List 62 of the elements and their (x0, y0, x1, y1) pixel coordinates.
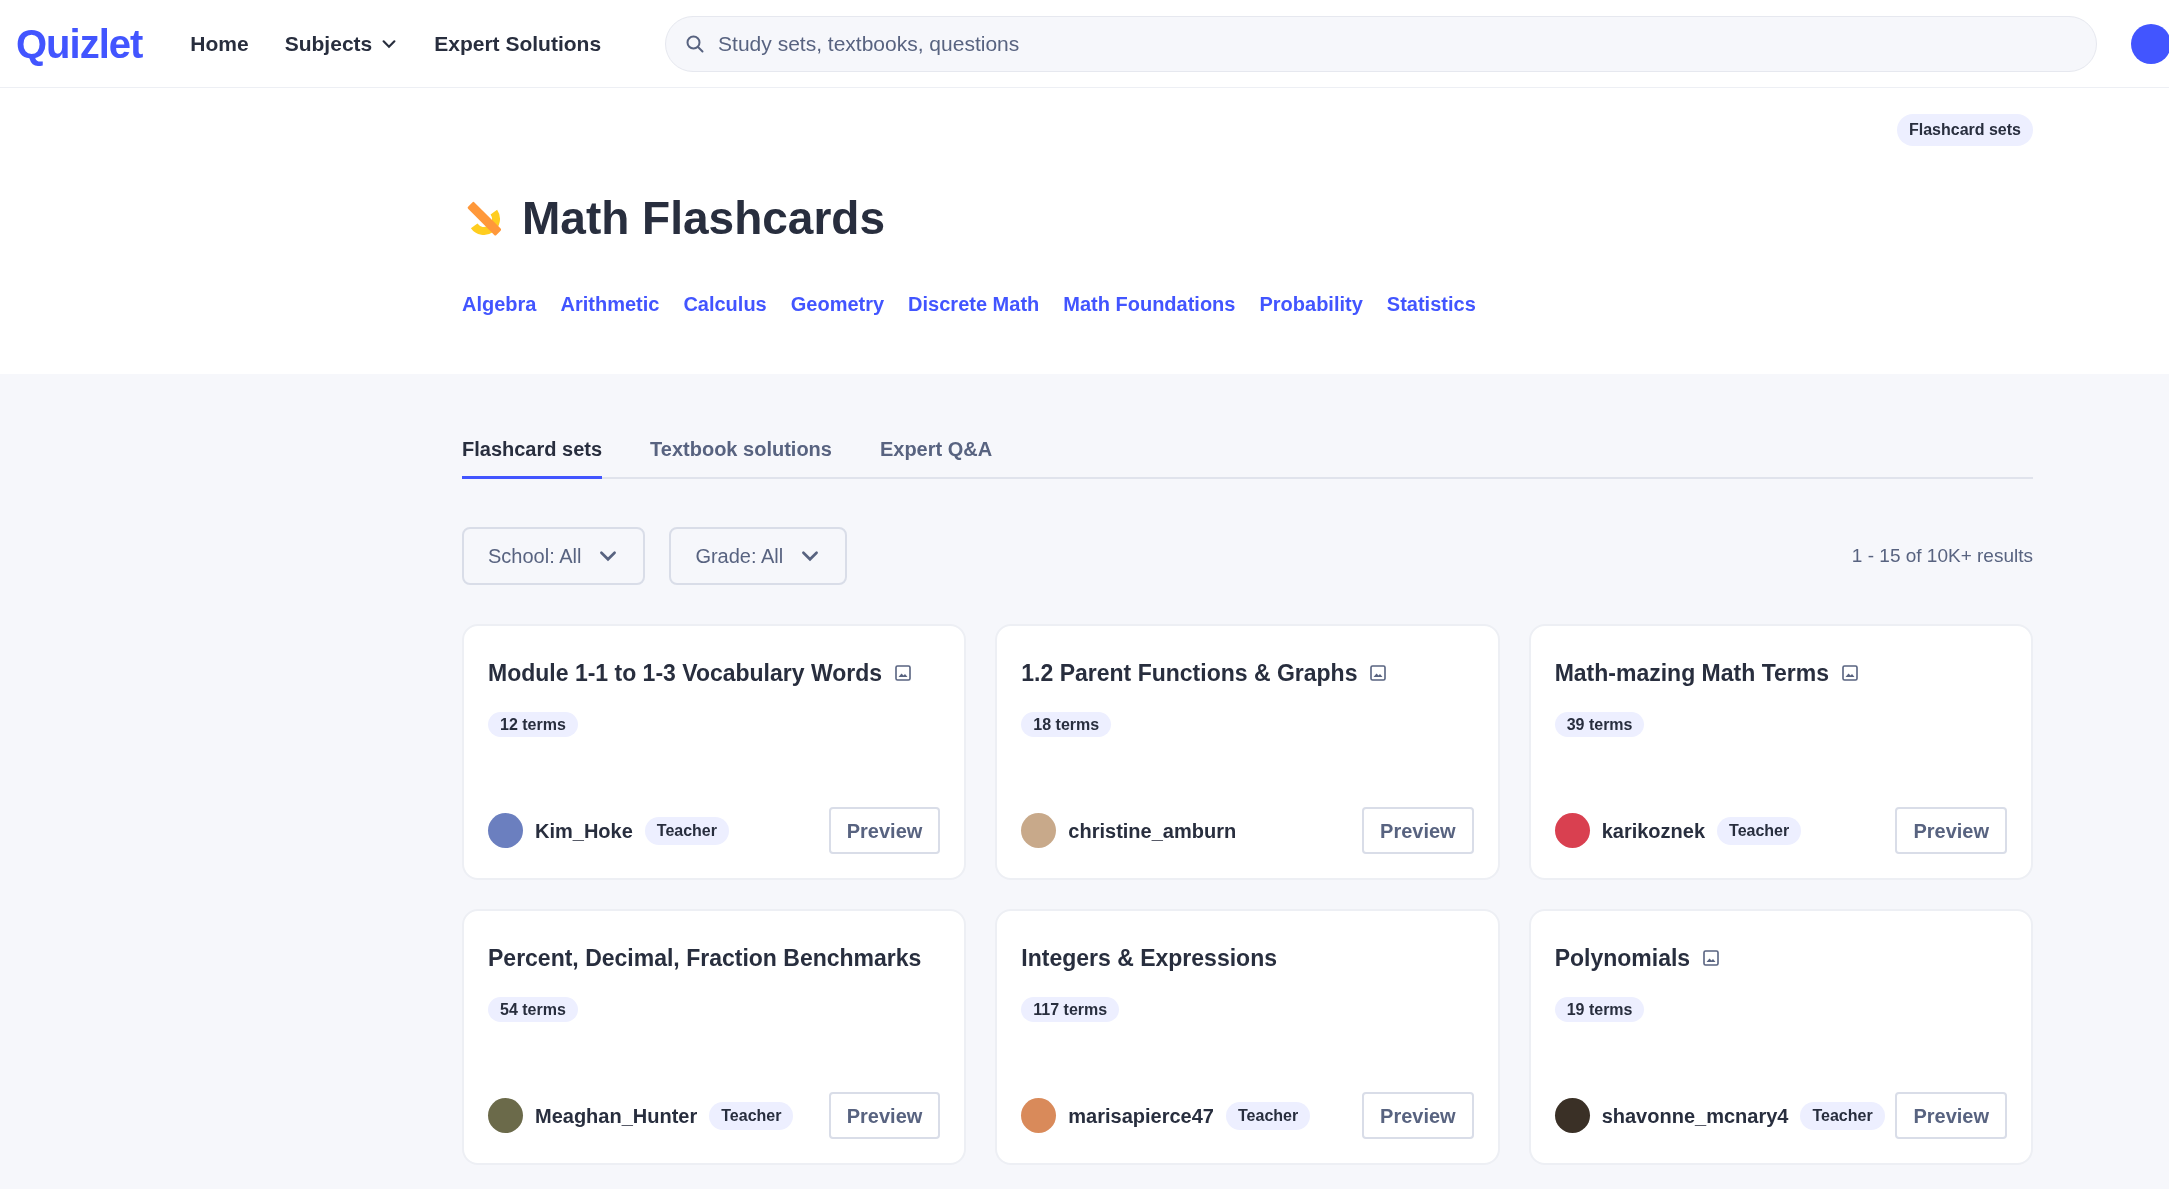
terms-badge: 19 terms (1554, 996, 1645, 1022)
category-badge: Flashcard sets (1896, 114, 2033, 146)
image-icon (1369, 664, 1388, 683)
subject-link[interactable]: Statistics (1386, 289, 1476, 319)
logo[interactable]: Quizlet (16, 13, 143, 74)
preview-button[interactable]: Preview (1895, 807, 2007, 854)
flashcard-set-card[interactable]: Percent, Decimal, Fraction Benchmarks 54 terms Meaghan_Hunter Teacher Preview (462, 909, 967, 1165)
preview-button[interactable]: Preview (828, 807, 941, 854)
teacher-badge: Teacher (644, 816, 729, 845)
search-icon (685, 33, 706, 54)
preview-button[interactable]: Preview (1362, 807, 1474, 854)
filter-dropdown[interactable]: Grade: All (669, 527, 848, 585)
avatar[interactable] (2131, 23, 2169, 64)
image-icon (1841, 664, 1859, 683)
subject-link[interactable]: Algebra (462, 289, 537, 319)
nav-dropdown[interactable]: Subjects (284, 27, 399, 60)
page-title: Math Flashcards (522, 191, 885, 246)
subject-link[interactable]: Probability (1259, 289, 1363, 319)
nav-link[interactable]: Home (190, 27, 249, 60)
terms-badge: 12 terms (488, 711, 578, 737)
teacher-badge: Teacher (1226, 1101, 1311, 1130)
tab[interactable]: Textbook solutions (650, 434, 832, 479)
author-name[interactable]: marisapierce47 (1068, 1100, 1214, 1131)
flashcard-set-card[interactable]: Integers & Expressions 117 terms marisapierce47 Teacher Preview (995, 909, 1500, 1165)
tab[interactable]: Expert Q&A (879, 434, 993, 479)
subject-link[interactable]: Calculus (683, 289, 767, 319)
flashcard-set-card[interactable]: Module 1-1 to 1-3 Vocabulary Words 12 terms Kim_Hoke Teacher Preview (462, 624, 967, 880)
set-title: Percent, Decimal, Fraction Benchmarks (488, 944, 922, 973)
teacher-badge: Teacher (1800, 1101, 1885, 1130)
flashcard-set-card[interactable]: Polynomials 19 terms shavonne_mcnary4 Teacher Preview (1528, 909, 2033, 1165)
terms-badge: 117 terms (1021, 996, 1120, 1022)
subject-link[interactable]: Discrete Math (908, 289, 1040, 319)
author-name[interactable]: shavonne_mcnary4 (1601, 1100, 1789, 1131)
image-icon (894, 664, 913, 683)
image-icon (1702, 949, 1721, 968)
nav-link[interactable]: Expert Solutions (434, 27, 602, 60)
set-title: 1.2 Parent Functions & Graphs (1021, 659, 1358, 688)
terms-badge: 54 terms (488, 996, 578, 1022)
author-name[interactable]: karikoznek (1601, 815, 1706, 846)
subject-link[interactable]: Geometry (790, 289, 885, 319)
author-name[interactable]: Meaghan_Hunter (535, 1100, 698, 1131)
tab[interactable]: Flashcard sets (462, 434, 603, 479)
flashcard-set-card[interactable]: 1.2 Parent Functions & Graphs 18 terms christine_amburn Preview (995, 624, 1500, 880)
author-name[interactable]: Kim_Hoke (535, 815, 633, 846)
subject-link[interactable]: Math Foundations (1063, 289, 1236, 319)
preview-button[interactable]: Preview (1362, 1092, 1474, 1139)
set-title: Math-mazing Math Terms (1554, 659, 1829, 688)
author-name[interactable]: christine_amburn (1068, 815, 1237, 846)
preview-button[interactable]: Preview (828, 1092, 941, 1139)
teacher-badge: Teacher (709, 1101, 794, 1130)
flashcard-set-card[interactable]: Math-mazing Math Terms 39 terms karikoznek Teacher Preview (1528, 624, 2033, 880)
set-title: Module 1-1 to 1-3 Vocabulary Words (488, 659, 883, 688)
search-field[interactable]: Study sets, textbooks, questions (665, 15, 2098, 72)
terms-badge: 39 terms (1554, 711, 1645, 737)
filter-dropdown[interactable]: School: All (462, 527, 646, 585)
preview-button[interactable]: Preview (1895, 1092, 2007, 1139)
set-title: Integers & Expressions (1021, 944, 1277, 973)
subject-link[interactable]: Arithmetic (560, 289, 660, 319)
set-title: Polynomials (1554, 944, 1691, 973)
terms-badge: 18 terms (1021, 711, 1112, 737)
teacher-badge: Teacher (1717, 816, 1802, 845)
results-count: 1 - 15 of 10K+ results (1851, 543, 2033, 568)
